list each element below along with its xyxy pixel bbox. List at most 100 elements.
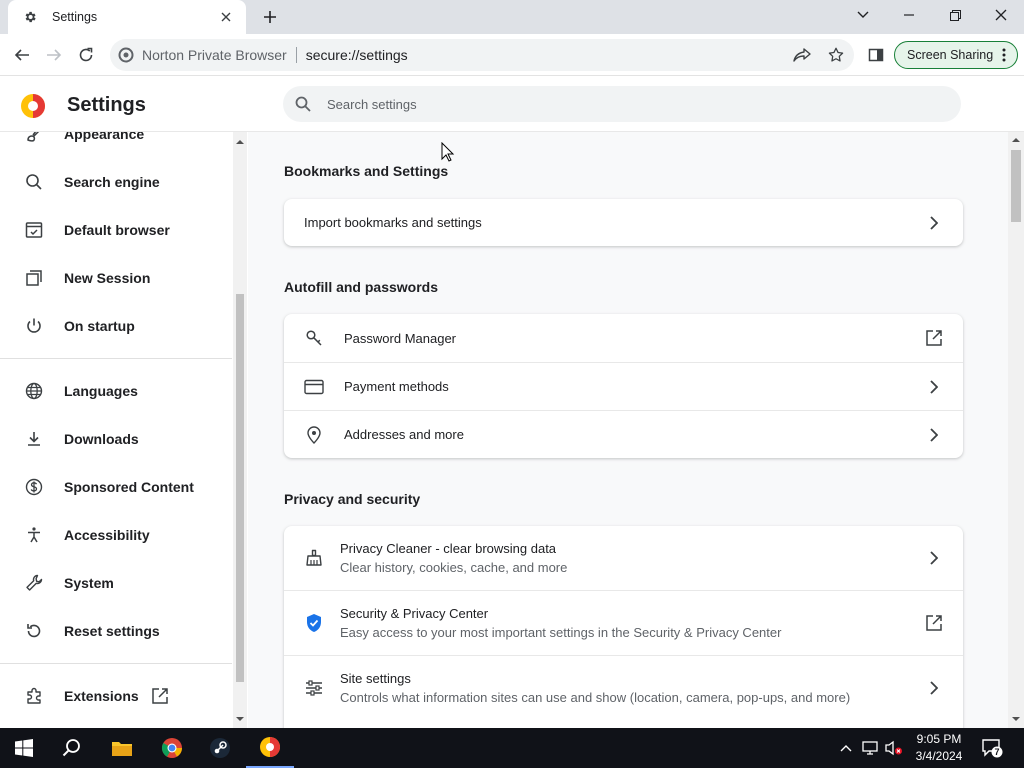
windows-start-icon[interactable] [0,728,48,768]
notification-center-icon[interactable]: 7 [978,734,1006,762]
shield-check-icon [302,611,326,635]
sidebar-item-system[interactable]: System [0,563,232,603]
bookmark-star-icon[interactable] [824,43,848,67]
address-bar[interactable]: Norton Private Browser secure://settings [110,39,854,71]
reload-icon[interactable] [74,43,98,67]
row-label: Privacy Cleaner - clear browsing data [340,541,557,556]
key-icon [302,326,326,350]
row-label: Addresses and more [344,427,464,442]
site-settings-row[interactable]: Site settings Controls what information … [284,655,963,720]
page-title: Settings [67,94,146,116]
row-label: Import bookmarks and settings [304,215,482,230]
sidebar-divider [0,358,232,359]
close-window-icon[interactable] [978,0,1024,30]
sidebar-scroll-down-icon[interactable] [236,715,244,723]
sidebar-item-downloads[interactable]: Downloads [0,419,232,459]
restore-icon[interactable] [932,0,978,30]
volume-muted-icon[interactable] [884,738,904,758]
location-pin-icon [302,423,326,447]
gear-icon [22,9,38,25]
chevron-right-icon [923,376,945,398]
page-scrollbar[interactable] [1008,132,1024,728]
sidebar-item-label: Reset settings [64,623,160,639]
back-icon[interactable] [10,43,34,67]
settings-header: Settings Search settings [0,76,1024,132]
chrome-icon[interactable] [148,728,196,768]
password-manager-row[interactable]: Password Manager [284,314,963,362]
privacy-card: Privacy Cleaner - clear browsing data Cl… [284,526,963,728]
norton-browser-taskbar-icon[interactable] [246,728,294,768]
settings-main: Bookmarks and Settings Import bookmarks … [248,132,1008,728]
title-bar: Settings [0,0,1024,34]
share-icon[interactable] [790,43,814,67]
row-label: Site settings [340,671,411,686]
payment-methods-row[interactable]: Payment methods [284,362,963,410]
autofill-card: Password Manager Payment methods Address… [284,314,963,458]
privacy-cleaner-row[interactable]: Privacy Cleaner - clear browsing data Cl… [284,526,963,590]
tab-settings[interactable]: Settings [8,0,246,34]
windows-taskbar: 9:05 PM 3/4/2024 7 [0,728,1024,768]
row-label: Payment methods [344,379,449,394]
site-name: Norton Private Browser [142,47,287,63]
sidebar-item-label: New Session [64,270,151,286]
close-tab-icon[interactable] [216,7,236,27]
paint-icon [23,132,45,145]
tab-title: Settings [52,10,98,24]
norton-site-icon [118,47,134,63]
sidebar-item-reset-settings[interactable]: Reset settings [0,611,232,651]
sidebar-item-sponsored-content[interactable]: Sponsored Content [0,467,232,507]
sidebar-item-search-engine[interactable]: Search engine [0,162,232,202]
sidebar-item-extensions[interactable]: Extensions [0,676,232,716]
search-settings-input[interactable]: Search settings [283,86,961,122]
notification-count: 7 [994,747,999,757]
row-label: Password Manager [344,330,456,346]
sidebar-item-languages[interactable]: Languages [0,371,232,411]
network-icon[interactable] [860,738,880,758]
chevron-right-icon [923,677,945,699]
file-explorer-icon[interactable] [98,728,146,768]
addresses-row[interactable]: Addresses and more [284,410,963,458]
tray-chevron-up-icon[interactable] [836,738,856,758]
row-label: Security & Privacy Center [340,606,489,621]
sliders-icon [302,676,326,700]
page-scroll-down-icon[interactable] [1012,715,1020,723]
external-link-icon [923,327,945,349]
browser-icon [23,219,45,241]
sidebar-scroll-up-icon[interactable] [236,138,244,146]
side-panel-icon[interactable] [864,43,888,67]
steam-icon[interactable] [196,728,244,768]
page-scroll-up-icon[interactable] [1012,136,1020,144]
reset-icon [23,620,45,642]
sidebar-item-default-browser[interactable]: Default browser [0,210,232,250]
search-icon [23,171,45,193]
security-privacy-center-row[interactable]: Security & Privacy Center Easy access to… [284,590,963,655]
sidebar-item-appearance[interactable]: Appearance [0,132,232,154]
omnibox-actions [790,43,848,67]
tab-search-chevron-icon[interactable] [840,0,886,30]
minimize-icon[interactable] [886,0,932,30]
sidebar-divider [0,663,232,664]
forward-icon[interactable] [42,43,66,67]
sidebar-item-new-session[interactable]: New Session [0,258,232,298]
search-icon[interactable] [48,728,96,768]
row-sublabel: Easy access to your most important setti… [340,625,782,640]
section-title-autofill: Autofill and passwords [284,279,439,295]
sidebar-scrollbar-thumb[interactable] [236,294,244,682]
sidebar-item-on-startup[interactable]: On startup [0,306,232,346]
chevron-right-icon [923,212,945,234]
new-tab-icon[interactable] [258,6,282,28]
broom-icon [302,546,326,570]
search-icon [295,95,313,113]
sidebar-item-accessibility[interactable]: Accessibility [0,515,232,555]
screen-sharing-button[interactable]: Screen Sharing [894,41,1018,69]
section-title-bookmarks: Bookmarks and Settings [284,163,449,179]
import-bookmarks-row[interactable]: Import bookmarks and settings [284,199,963,246]
browser-toolbar: Norton Private Browser secure://settings… [0,34,1024,76]
wrench-icon [23,572,45,594]
more-menu-icon[interactable] [999,47,1009,63]
sidebar-item-label: Default browser [64,222,170,238]
page-scrollbar-thumb[interactable] [1011,150,1021,222]
sidebar-item-label: Languages [64,383,138,399]
taskbar-clock[interactable]: 9:05 PM 3/4/2024 [908,731,970,765]
url-text[interactable]: secure://settings [306,47,408,63]
